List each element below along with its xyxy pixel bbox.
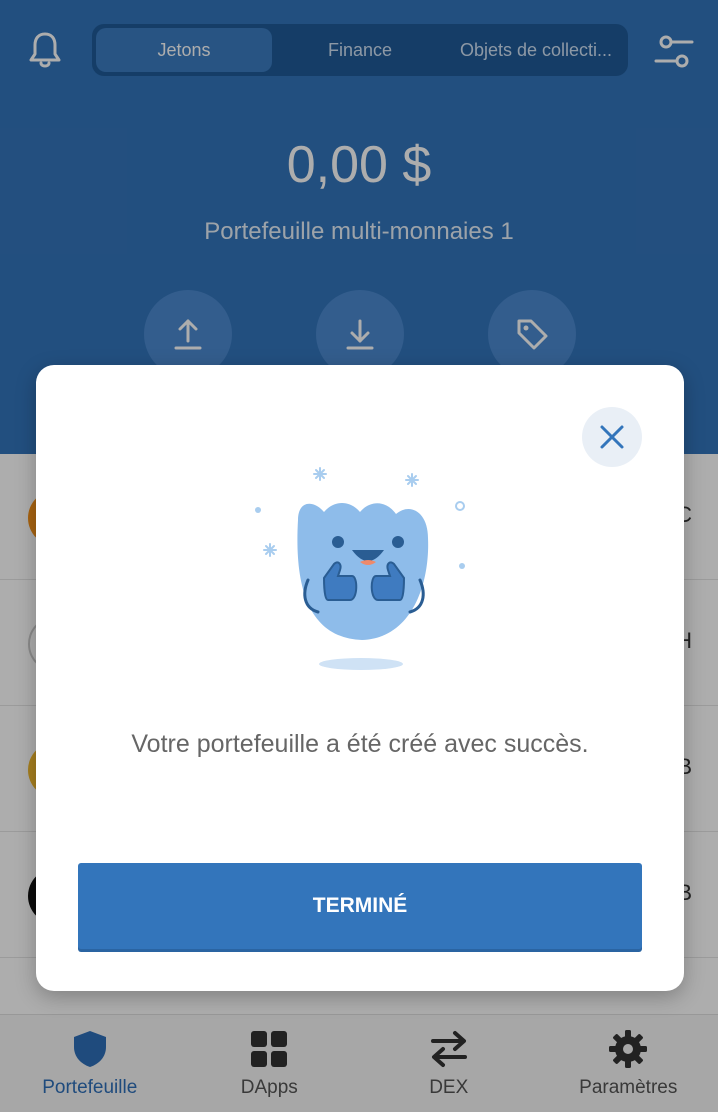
- success-dialog: Votre portefeuille a été créé avec succè…: [36, 365, 684, 991]
- done-button[interactable]: TERMINÉ: [78, 863, 642, 949]
- happy-mascot-illustration: [255, 467, 465, 670]
- close-button[interactable]: [582, 407, 642, 467]
- close-icon: [600, 425, 624, 449]
- success-message: Votre portefeuille a été créé avec succè…: [131, 730, 589, 758]
